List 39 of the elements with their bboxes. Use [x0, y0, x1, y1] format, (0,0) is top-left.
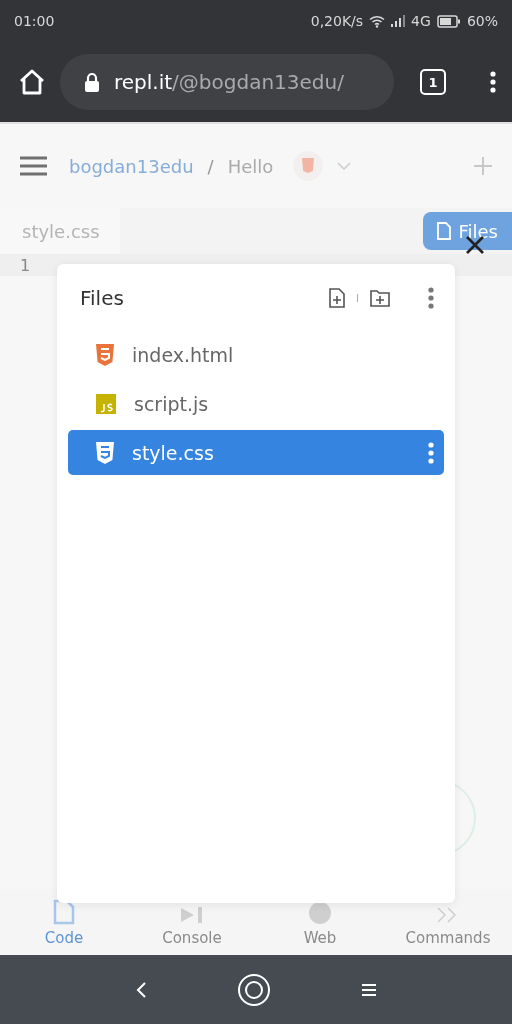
css-file-icon [96, 441, 114, 464]
repl-name: Hello [227, 155, 274, 177]
file-icon [436, 222, 451, 240]
network-speed: 0,20K/s [310, 13, 364, 29]
file-icon [53, 899, 75, 925]
html-file-icon [96, 343, 114, 366]
tab-count[interactable]: 1 [420, 69, 446, 95]
editor-tab[interactable]: style.css [0, 208, 120, 254]
html5-icon [293, 151, 324, 181]
wifi-icon [369, 14, 386, 28]
js-file-icon [96, 393, 116, 414]
play-icon [180, 905, 204, 925]
more-icon[interactable] [428, 287, 434, 309]
file-item[interactable]: index.html [68, 332, 444, 377]
panel-title: Files [80, 286, 124, 310]
new-folder-icon[interactable] [370, 289, 390, 307]
nav-tab[interactable]: Web [256, 889, 384, 955]
home-icon[interactable] [237, 972, 271, 1007]
signal-icon [391, 15, 406, 27]
line-number: 1 [18, 255, 32, 275]
menu-icon[interactable] [490, 71, 496, 93]
nav-tab[interactable]: Commands [384, 889, 512, 955]
more-icon[interactable] [428, 441, 434, 464]
back-icon[interactable] [135, 980, 147, 999]
nav-tab[interactable]: Console [128, 889, 256, 955]
nav-tab[interactable]: Code [0, 889, 128, 955]
user-link[interactable]: bogdan13edu [69, 155, 194, 177]
new-file-icon[interactable] [329, 288, 345, 308]
battery-percent: 60% [466, 13, 498, 29]
home-icon[interactable] [18, 68, 46, 96]
clock-time: 01:00 [14, 13, 55, 29]
lock-icon [84, 72, 100, 92]
file-item[interactable]: style.css [68, 430, 444, 475]
file-item[interactable]: script.js [68, 381, 444, 426]
network-type: 4G [411, 13, 431, 29]
battery-icon [436, 14, 461, 28]
address-bar[interactable]: repl.it/@bogdan13edu/ [60, 54, 394, 110]
breadcrumb-separator: / [207, 155, 214, 177]
files-button[interactable]: Files [422, 212, 512, 250]
